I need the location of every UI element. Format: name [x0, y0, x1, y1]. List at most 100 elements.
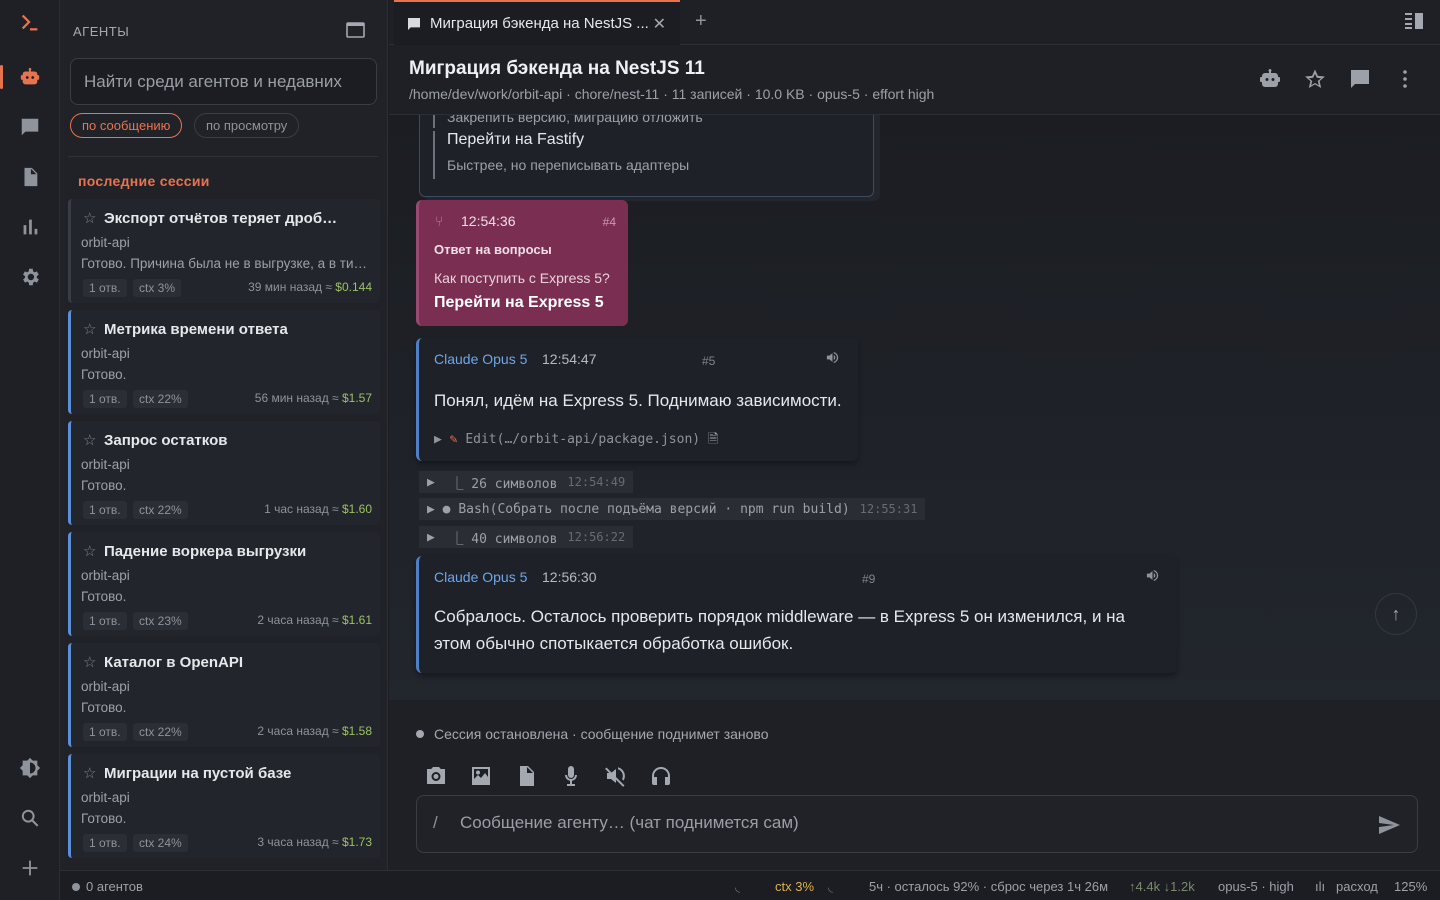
- gear-icon[interactable]: [0, 255, 60, 299]
- session-item[interactable]: ☆ Миграции на пустой базе orbit-api Гото…: [68, 754, 380, 858]
- microphone-icon[interactable]: [559, 764, 583, 788]
- message-author: Claude Opus 5: [434, 351, 528, 367]
- limit-gauge-icon: ◟: [828, 879, 834, 894]
- tool-bash-row[interactable]: ▶ ● Bash(Собрать после подъёма версий · …: [419, 498, 926, 520]
- headphones-icon[interactable]: [649, 764, 673, 788]
- ctx-usage[interactable]: ctx 3%: [775, 879, 814, 894]
- answer-choice: Перейти на Express 5: [434, 294, 604, 311]
- filter-by-view[interactable]: по просмотру: [194, 113, 300, 138]
- star-icon[interactable]: [1303, 67, 1327, 91]
- message-time: 12:54:36: [461, 213, 516, 229]
- speaker-icon[interactable]: [825, 350, 840, 365]
- model-effort[interactable]: opus-5 · high: [1218, 879, 1294, 894]
- star-icon[interactable]: ☆: [83, 209, 96, 227]
- session-title: Каталог в OpenAPI: [104, 654, 244, 671]
- session-project: orbit-api: [81, 568, 130, 583]
- session-age: 2 часа назад ≈ $1.58: [257, 724, 372, 738]
- camera-icon[interactable]: [424, 764, 448, 788]
- add-tab-button[interactable]: +: [695, 10, 707, 33]
- session-preview: Готово. Причина была не в выгрузке, а в …: [81, 256, 368, 271]
- composer: Сессия остановлена · сообщение поднимет …: [389, 700, 1440, 870]
- session-cost: $1.60: [341, 502, 372, 516]
- session-title: Метрика времени ответа: [104, 321, 288, 338]
- session-item[interactable]: ☆ Запрос остатков orbit-api Готово. 1 от…: [68, 421, 380, 525]
- session-title: Экспорт отчётов теряет дроб…: [104, 210, 338, 227]
- star-icon[interactable]: ☆: [83, 542, 96, 560]
- sessions-list: ☆ Экспорт отчётов теряет дроб… orbit-api…: [68, 199, 380, 865]
- terminal-logo-icon[interactable]: [0, 0, 60, 44]
- spend-chart-icon: ılı: [1315, 879, 1326, 894]
- assistant-message: Claude Opus 5 12:56:30 #9 Собралось. Ост…: [416, 556, 1177, 673]
- rate-limit-info[interactable]: 5ч · осталось 92% · сброс через 1ч 26м: [869, 879, 1108, 894]
- theme-brightness-icon[interactable]: [0, 746, 60, 790]
- star-icon[interactable]: ☆: [83, 320, 96, 338]
- agents-sidebar: АГЕНТЫ Найти среди агентов и недавних по…: [60, 0, 388, 870]
- question-option[interactable]: Закрепить версию, миграцию отложить: [433, 115, 703, 128]
- session-cost: $1.57: [341, 391, 372, 405]
- chat-header: Миграция бэкенда на NestJS 11 /home/dev/…: [389, 45, 1440, 115]
- close-icon[interactable]: ✕: [653, 14, 666, 34]
- star-icon[interactable]: ☆: [83, 431, 96, 449]
- session-project: orbit-api: [81, 235, 130, 250]
- scroll-up-button[interactable]: ↑: [1375, 593, 1417, 635]
- send-icon[interactable]: [1377, 813, 1401, 837]
- user-message: ⑂ 12:54:36 #4 Ответ на вопросы Как посту…: [416, 200, 628, 326]
- session-item[interactable]: ☆ Метрика времени ответа orbit-api Готов…: [68, 310, 380, 414]
- assistant-message: Claude Opus 5 12:54:47 #5 Понял, идём на…: [416, 338, 858, 461]
- spend-button[interactable]: расход: [1336, 879, 1378, 894]
- image-icon[interactable]: [469, 764, 493, 788]
- tab-chat[interactable]: Миграция бэкенда на NestJS ... ✕: [394, 0, 680, 45]
- search-icon[interactable]: [0, 796, 60, 840]
- speaker-icon[interactable]: [1145, 568, 1160, 583]
- document-icon[interactable]: [514, 764, 538, 788]
- answer-label: Ответ на вопросы: [434, 242, 552, 257]
- layout-panel-icon[interactable]: [1404, 12, 1424, 33]
- message-number: #5: [702, 354, 716, 368]
- session-item[interactable]: ☆ Экспорт отчётов теряет дроб… orbit-api…: [68, 199, 380, 303]
- session-item[interactable]: ☆ Каталог в OpenAPI orbit-api Готово. 1 …: [68, 643, 380, 747]
- agents-robot-icon[interactable]: [0, 55, 60, 99]
- session-item[interactable]: ☆ Падение воркера выгрузки orbit-api Гот…: [68, 532, 380, 636]
- fork-icon[interactable]: ⑂: [435, 213, 443, 229]
- document-icon[interactable]: [0, 155, 60, 199]
- session-age: 39 мин назад ≈ $0.144: [248, 280, 372, 294]
- file-icon[interactable]: 🗎: [708, 432, 718, 447]
- bar-chart-icon[interactable]: [0, 205, 60, 249]
- new-window-icon[interactable]: [346, 21, 366, 39]
- replies-badge: 1 отв.: [83, 723, 127, 741]
- ctx-badge: ctx 3%: [133, 279, 182, 297]
- tool-edit-row[interactable]: ▶ ✎ Edit(…/orbit-api/package.json) 🗎: [434, 430, 718, 452]
- tool-output-row[interactable]: ▶ ⎿ 40 символов 12:56:22: [419, 526, 634, 548]
- session-project: orbit-api: [81, 346, 130, 361]
- filter-by-message[interactable]: по сообщению: [70, 113, 183, 138]
- tab-bar: Миграция бэкенда на NestJS ... ✕ +: [389, 0, 1440, 45]
- chat-bubble-icon[interactable]: [1348, 67, 1372, 91]
- agent-search-input[interactable]: Найти среди агентов и недавних: [70, 58, 377, 105]
- add-icon[interactable]: [0, 846, 60, 890]
- session-age: 3 часа назад ≈ $1.73: [257, 835, 372, 849]
- agent-robot-icon[interactable]: [1258, 67, 1282, 91]
- session-status: Сессия остановлена · сообщение поднимет …: [416, 726, 769, 742]
- zoom-level[interactable]: 125%: [1394, 879, 1427, 894]
- session-project: orbit-api: [81, 790, 130, 805]
- answer-question: Как поступить с Express 5?: [434, 270, 610, 286]
- speaker-muted-icon[interactable]: [604, 764, 628, 788]
- question-option[interactable]: Перейти на Fastify Быстрее, но переписыв…: [433, 131, 689, 179]
- session-title: Падение воркера выгрузки: [104, 543, 307, 560]
- message-author: Claude Opus 5: [434, 569, 528, 585]
- more-vertical-icon[interactable]: [1393, 67, 1417, 91]
- slash-command-hint[interactable]: /: [433, 813, 438, 833]
- session-age: 1 час назад ≈ $1.60: [264, 502, 372, 516]
- star-icon[interactable]: ☆: [83, 764, 96, 782]
- message-text: Понял, идём на Express 5. Поднимаю завис…: [434, 391, 842, 410]
- chat-bubble-icon[interactable]: [0, 105, 60, 149]
- tool-output-row[interactable]: ▶ ⎿ 26 символов 12:54:49: [419, 471, 634, 493]
- star-icon[interactable]: ☆: [83, 653, 96, 671]
- session-age: 56 мин назад ≈ $1.57: [254, 391, 372, 405]
- agents-count[interactable]: 0 агентов: [72, 879, 143, 894]
- message-number: #9: [862, 572, 876, 586]
- session-preview: Готово.: [81, 589, 127, 604]
- message-input[interactable]: / Сообщение агенту… (чат поднимется сам): [416, 795, 1418, 853]
- replies-badge: 1 отв.: [83, 501, 127, 519]
- session-cost: $1.73: [341, 835, 372, 849]
